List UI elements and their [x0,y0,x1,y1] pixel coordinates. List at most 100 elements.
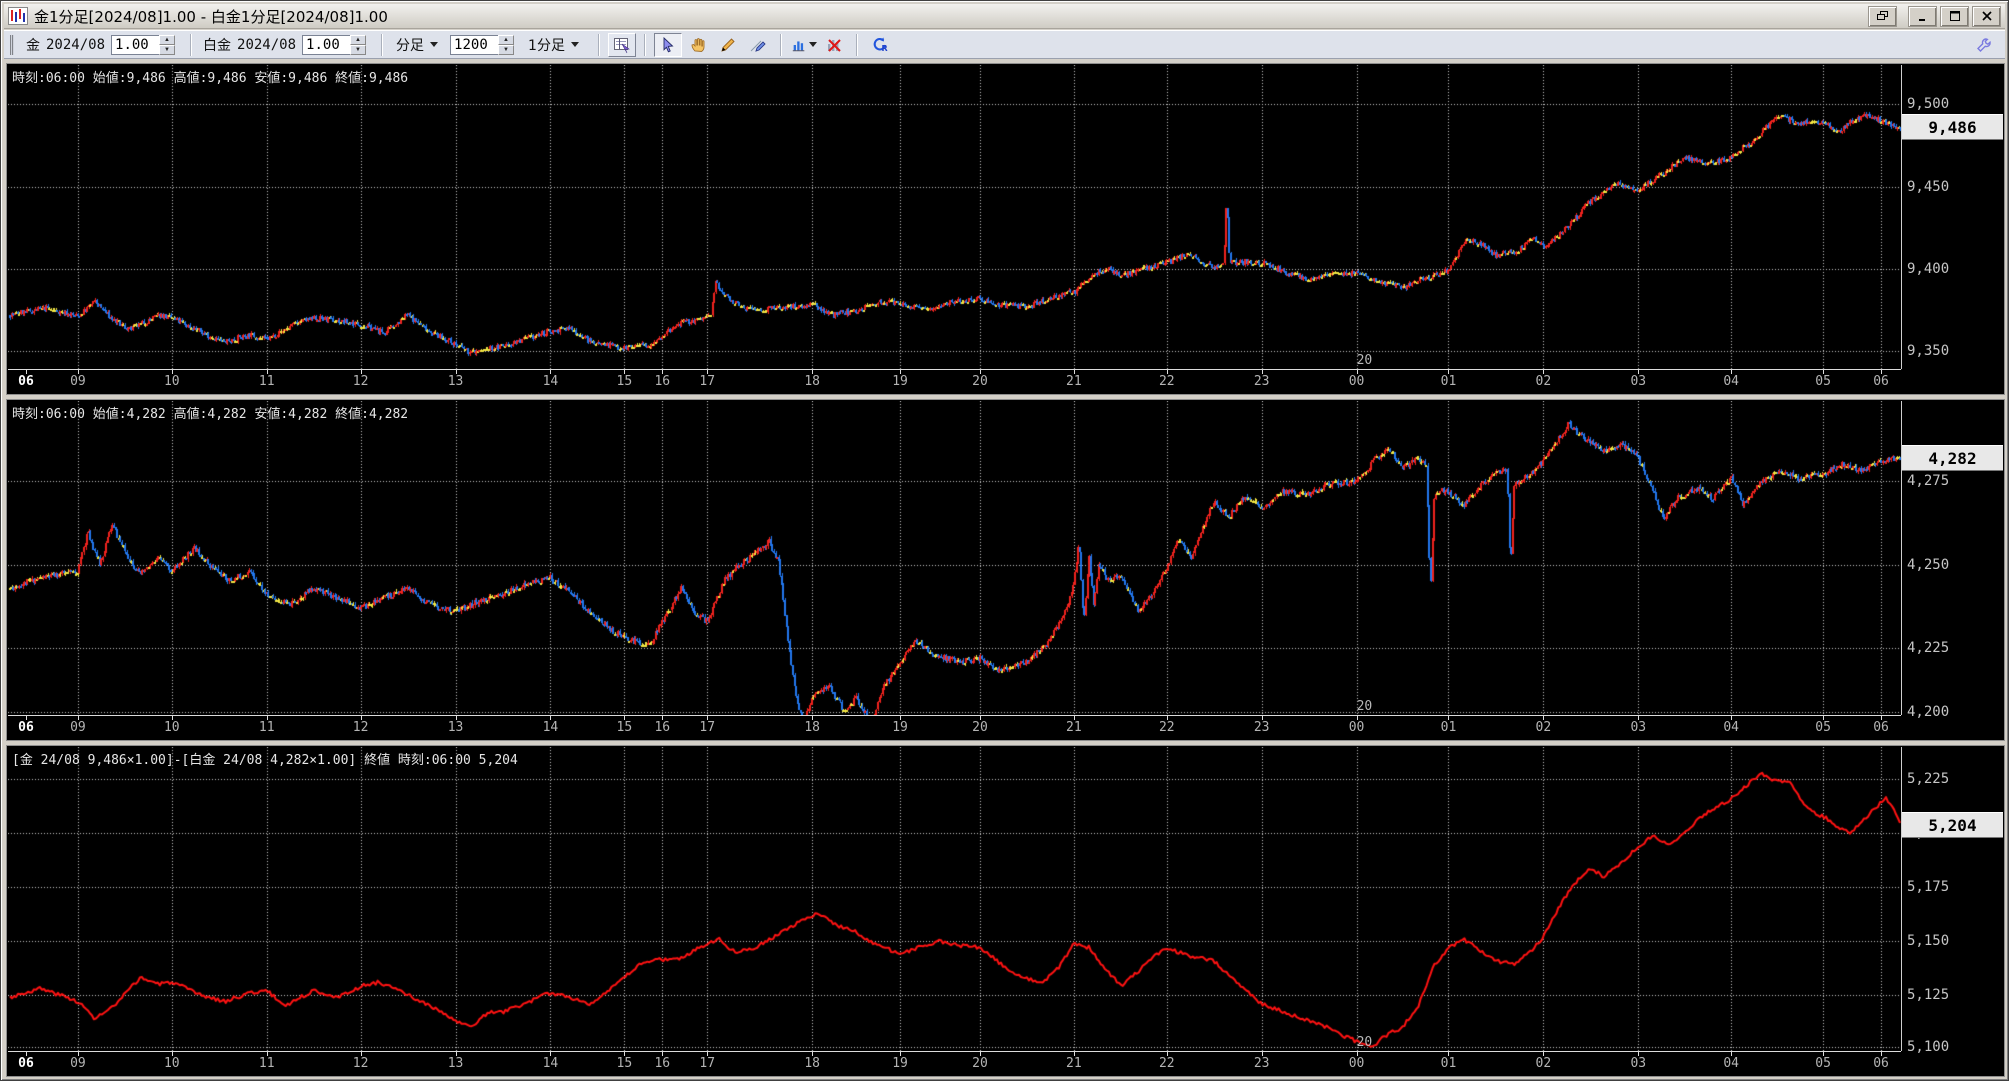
close-button[interactable] [1972,5,2001,27]
bar-type-dropdown[interactable]: 分足 [390,33,444,57]
axis-tick-mark [1261,370,1263,374]
axis-tick-mark [1073,1052,1075,1056]
remove-chart-button[interactable] [820,33,848,57]
x-axis-label: 18 [804,374,820,389]
spread-plot-area[interactable]: [金 24/08 9,486×1.00]-[白金 24/08 4,282×1.0… [8,747,1901,1051]
x-axis-label: 05 [1815,374,1831,389]
refresh-button[interactable]: R [866,33,894,57]
platinum-multiplier-spinner: ▲▼ [302,34,367,55]
line-draw-tool-button[interactable] [744,33,772,57]
cursor-select-icon [663,36,674,52]
x-axis-label: 20 [972,374,988,389]
app-candlestick-icon [8,7,28,25]
axis-tick-mark [266,1052,268,1056]
x-axis-label: 06 [1873,374,1889,389]
spread-price-scale[interactable]: 5,204 5,2255,2005,1755,1505,1255,100 [1901,747,2003,1055]
x-axis-label: 16 [654,1056,671,1071]
axis-tick-mark [77,1052,79,1056]
spin-down-button[interactable]: ▼ [159,44,176,55]
axis-tick-mark [1166,370,1168,374]
spin-up-button[interactable]: ▲ [498,34,515,45]
x-axis-label: 06 [18,1056,34,1071]
bar-count-input[interactable] [450,34,499,55]
window-title: 金1分足[2024/08]1.00 - 白金1分足[2024/08]1.00 [34,7,388,26]
axis-tick-mark [1731,370,1733,374]
x-axis-label: 19 [892,1056,908,1071]
float-window-button[interactable] [1868,5,1897,27]
chart-settings-button[interactable] [607,32,636,57]
platinum-plot-area[interactable]: 時刻:06:00 始値:4,282 高値:4,282 安値:4,282 終値:4… [8,401,1901,715]
y-axis-label: 4,250 [1907,556,1950,573]
spin-up-button[interactable]: ▲ [350,34,367,45]
axis-tick-mark [360,370,362,374]
axis-tick-mark [900,1052,902,1056]
gold-ohlc-readout: 時刻:06:00 始値:9,486 高値:9,486 安値:9,486 終値:9… [12,71,409,86]
y-axis-label: 9,400 [1907,260,1950,277]
platinum-candlestick-canvas[interactable] [8,401,1901,715]
axis-tick-mark [1356,1052,1358,1056]
x-axis-label: 18 [804,720,820,735]
x-axis-label: 17 [699,374,716,389]
x-axis-label: 14 [542,374,559,389]
axis-tick-mark [1881,716,1883,720]
platinum-last-price-box: 4,282 [1902,444,2003,471]
platinum-price-scale[interactable]: 4,282 4,275 4,250 4,225 4,200 [1901,401,2003,720]
date-label: 20 [1356,353,1373,368]
axis-tick-mark [1823,716,1825,720]
x-axis-label: 10 [163,720,180,735]
axis-tick-mark [25,370,27,374]
axis-tick-mark [550,1052,552,1056]
spread-time-axis[interactable]: 06 09 10 11 12 13 14 15 16 17 18 19 20 21 22 23 00 01 02 03… [8,1051,1901,1075]
gold-candlestick-canvas[interactable] [8,65,1901,369]
axis-tick-mark [1261,716,1263,720]
spin-down-button[interactable]: ▼ [350,44,367,55]
x-axis-label: 03 [1630,374,1647,389]
toolbar-separator [643,33,646,56]
platinum-time-axis[interactable]: 06 09 10 11 12 13 14 15 16 17 18 19 20 21 22 23 00 01 02 03… [8,715,1901,739]
axis-tick-mark [25,1052,27,1056]
axis-tick-mark [979,1052,981,1056]
gold-time-axis[interactable]: 06 09 10 11 12 13 14 15 16 17 18 19 20 21 22 23 00 01 02 03… [8,369,1901,393]
gold-plot-area[interactable]: 時刻:06:00 始値:9,486 高値:9,486 安値:9,486 終値:9… [8,65,1901,369]
spread-line-canvas[interactable] [8,747,1901,1051]
axis-tick-mark [979,716,981,720]
chevron-down-icon [808,42,817,47]
x-axis-label: 17 [699,1056,716,1071]
axis-tick-mark [266,716,268,720]
axis-tick-mark [624,716,626,720]
toolbar-grip[interactable] [10,34,14,55]
toolbar-separator [190,33,193,56]
refresh-icon: R [873,37,888,53]
spin-up-button[interactable]: ▲ [159,34,176,45]
draw-tool-button[interactable] [714,33,742,57]
x-axis-label: 03 [1630,720,1647,735]
interval-dropdown[interactable]: 1分足 [522,33,585,57]
x-axis-label: 15 [616,1056,633,1071]
spread-formula-readout: [金 24/08 9,486×1.00]-[白金 24/08 4,282×1.0… [12,753,518,768]
y-axis-label: 4,225 [1907,640,1950,657]
axis-tick-mark [1543,1052,1545,1056]
platinum-multiplier-input[interactable] [302,34,351,55]
gold-price-scale[interactable]: 9,486 9,500 9,450 9,400 9,350 [1901,65,2003,369]
chart-window: 金1分足[2024/08]1.00 - 白金1分足[2024/08]1.00 金… [0,0,2009,1081]
platinum-month: 2024/08 [237,36,297,53]
x-axis-label: 21 [1066,1056,1082,1071]
axis-tick-mark [1261,1052,1263,1056]
maximize-button[interactable] [1940,5,1969,27]
axis-tick-mark [550,716,552,720]
pan-tool-button[interactable] [684,33,712,57]
select-tool-button[interactable] [653,32,682,57]
x-axis-label: 21 [1066,720,1082,735]
gold-multiplier-input[interactable] [111,34,160,55]
x-axis-label: 02 [1535,720,1552,735]
chart-type-button[interactable] [790,33,818,57]
wrench-settings-icon [1977,37,1991,52]
axis-tick-mark [77,716,79,720]
axis-tick-mark [1448,1052,1450,1056]
interval-label: 1分足 [528,37,565,54]
spin-down-button[interactable]: ▼ [498,44,515,55]
x-axis-label: 06 [18,374,34,389]
minimize-button[interactable] [1908,5,1937,27]
title-bar[interactable]: 金1分足[2024/08]1.00 - 白金1分足[2024/08]1.00 [4,4,2005,29]
settings-wrench-button[interactable] [1970,33,1998,57]
